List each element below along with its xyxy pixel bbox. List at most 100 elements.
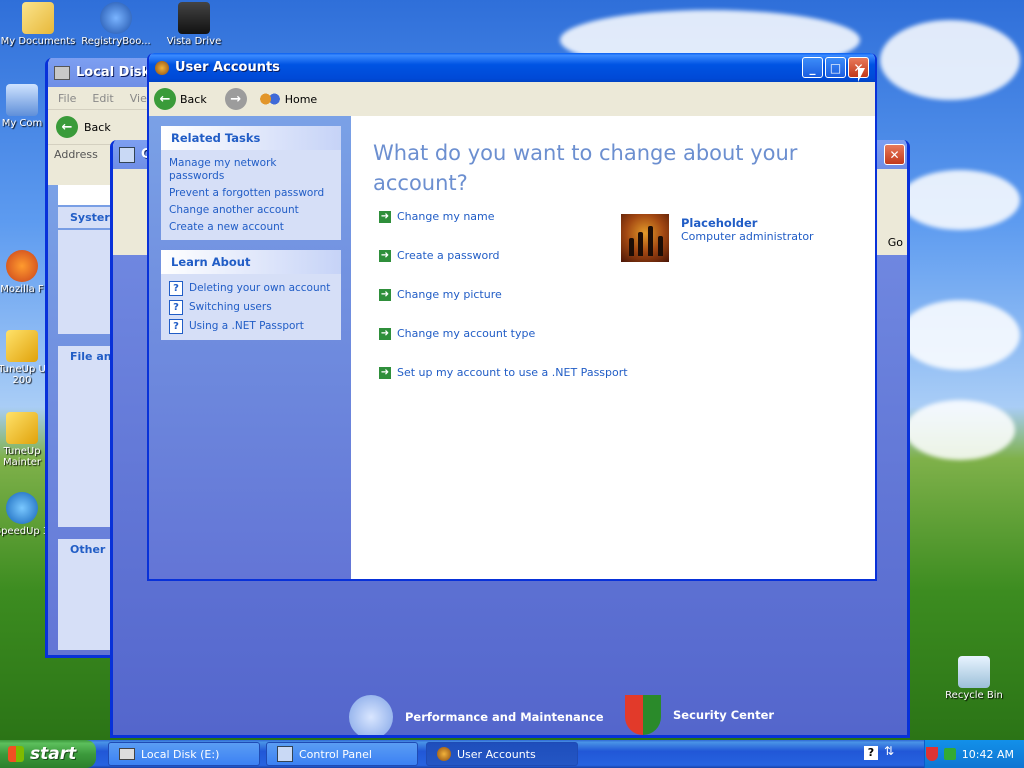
wrench-icon xyxy=(100,2,132,34)
task-change-picture[interactable]: ➜ Change my picture xyxy=(379,288,502,301)
link-switching-users[interactable]: ? Switching users xyxy=(169,298,333,317)
cloud xyxy=(880,20,1020,100)
help-icon: ? xyxy=(169,300,183,315)
help-link-label: Deleting your own account xyxy=(189,282,331,294)
user-accounts-window[interactable]: User Accounts _ □ ✕ ← Back → Home Relate… xyxy=(147,53,877,581)
mouse-cursor xyxy=(858,68,865,82)
help-tray-icon[interactable]: ? xyxy=(864,746,878,760)
account-type: Computer administrator xyxy=(681,230,814,243)
drive-icon xyxy=(54,65,70,80)
control-panel-icon xyxy=(277,746,293,762)
desktop-icon-label: RegistryBoo... xyxy=(81,36,151,47)
account-picture-chess xyxy=(621,214,669,262)
user-accounts-toolbar: ← Back → Home xyxy=(149,82,875,117)
task-label: Change my name xyxy=(397,210,495,223)
task-label: Change my account type xyxy=(397,327,536,340)
cloud xyxy=(900,300,1020,370)
desktop-icon-my-documents[interactable]: My Documents xyxy=(0,2,80,47)
minimize-icon[interactable]: _ xyxy=(802,57,823,78)
computer-icon xyxy=(6,84,38,116)
link-prevent-forgotten-password[interactable]: Prevent a forgotten password xyxy=(169,185,333,202)
desktop-icon-label: Mozilla F xyxy=(0,284,44,295)
related-tasks-panel: Related Tasks Manage my network password… xyxy=(161,126,341,240)
cloud xyxy=(900,170,1020,230)
link-deleting-own-account[interactable]: ? Deleting your own account xyxy=(169,279,333,298)
shield-icon xyxy=(625,695,661,735)
desktop-icon-label: Recycle Bin xyxy=(945,690,1003,701)
green-arrow-icon: ➜ xyxy=(379,366,391,379)
desktop-icon-recycle-bin[interactable]: Recycle Bin xyxy=(932,656,1016,701)
taskbar-item-control-panel[interactable]: Control Panel xyxy=(266,742,418,766)
account-card[interactable]: Placeholder Computer administrator xyxy=(621,214,814,262)
forward-arrow-icon: → xyxy=(224,88,247,110)
category-label: Security Center xyxy=(673,708,775,722)
desktop-icon-label: TuneUp U 200 xyxy=(0,364,46,386)
help-link-label: Switching users xyxy=(189,301,272,313)
tuneup-icon xyxy=(6,330,38,362)
learn-about-header[interactable]: Learn About xyxy=(161,250,341,274)
user-accounts-titlebar[interactable]: User Accounts _ □ ✕ xyxy=(149,53,875,82)
home-users-icon[interactable] xyxy=(258,90,281,108)
back-button-label[interactable]: Back xyxy=(180,93,207,106)
help-icon: ? xyxy=(169,281,183,296)
taskbar-item-label: User Accounts xyxy=(457,747,536,761)
start-button[interactable]: start xyxy=(0,740,96,768)
taskbar-item-local-disk[interactable]: Local Disk (E:) xyxy=(108,742,260,766)
link-create-new-account[interactable]: Create a new account xyxy=(169,219,333,236)
start-label: start xyxy=(30,744,77,764)
tuneup-icon xyxy=(6,412,38,444)
window-title: User Accounts xyxy=(175,60,280,75)
task-label: Set up my account to use a .NET Passport xyxy=(397,366,628,379)
learn-about-panel: Learn About ? Deleting your own account … xyxy=(161,250,341,340)
green-arrow-icon: ➜ xyxy=(379,327,391,340)
task-change-name[interactable]: ➜ Change my name xyxy=(379,210,495,223)
link-using-net-passport[interactable]: ? Using a .NET Passport xyxy=(169,317,333,336)
recycle-bin-icon xyxy=(958,656,990,688)
green-arrow-icon: ➜ xyxy=(379,288,391,301)
security-shield-icon[interactable] xyxy=(925,747,938,761)
users-icon xyxy=(155,60,169,75)
link-manage-network-passwords[interactable]: Manage my network passwords xyxy=(169,155,333,185)
drive-icon xyxy=(178,2,210,34)
back-arrow-icon[interactable]: ← xyxy=(56,116,78,138)
menu-file[interactable]: File xyxy=(58,92,76,105)
desktop-icon-label: TuneUp Mainter xyxy=(2,446,42,468)
page-heading: What do you want to change about your ac… xyxy=(373,141,798,195)
taskbar-item-label: Control Panel xyxy=(299,747,372,761)
task-setup-net-passport[interactable]: ➜ Set up my account to use a .NET Passpo… xyxy=(379,366,628,379)
category-performance-maintenance[interactable]: Performance and Maintenance xyxy=(349,695,604,735)
close-icon[interactable]: ✕ xyxy=(884,144,905,165)
link-change-another-account[interactable]: Change another account xyxy=(169,202,333,219)
home-button-label[interactable]: Home xyxy=(285,93,317,106)
account-name: Placeholder xyxy=(681,216,758,230)
green-arrow-icon: ➜ xyxy=(379,210,391,223)
taskbar-item-label: Local Disk (E:) xyxy=(141,747,220,761)
back-arrow-icon[interactable]: ← xyxy=(154,88,176,110)
desktop-icon-vista-drive[interactable]: Vista Drive xyxy=(152,2,236,47)
back-button-label[interactable]: Back xyxy=(84,121,111,134)
desktop-icon-registrybooster[interactable]: RegistryBoo... xyxy=(74,2,158,47)
windows-logo-icon xyxy=(8,746,24,762)
related-tasks-header[interactable]: Related Tasks xyxy=(161,126,341,150)
desktop-icon-label: My Documents xyxy=(0,36,76,47)
system-tray: 10:42 AM xyxy=(924,740,1024,768)
desktop-icon-label: SpeedUp 3 xyxy=(0,526,50,537)
task-create-password[interactable]: ➜ Create a password xyxy=(379,249,500,262)
control-panel-icon xyxy=(119,146,135,163)
firefox-icon xyxy=(6,250,38,282)
taskbar-item-user-accounts[interactable]: User Accounts xyxy=(426,742,578,766)
menu-edit[interactable]: Edit xyxy=(92,92,113,105)
task-label: Create a password xyxy=(397,249,500,262)
task-change-account-type[interactable]: ➜ Change my account type xyxy=(379,327,535,340)
taskbar: start Local Disk (E:) Control Panel User… xyxy=(0,740,1024,768)
speedup-icon xyxy=(6,492,38,524)
go-button[interactable]: Go xyxy=(888,236,903,249)
help-link-label: Using a .NET Passport xyxy=(189,320,304,332)
category-security-center[interactable]: Security Center xyxy=(625,695,774,735)
tray-expand-icon[interactable]: ⇅ xyxy=(884,744,894,758)
cloud xyxy=(905,400,1015,460)
task-pane: Related Tasks Manage my network password… xyxy=(149,116,351,579)
maximize-icon[interactable]: □ xyxy=(825,57,846,78)
clock[interactable]: 10:42 AM xyxy=(962,748,1014,761)
network-icon[interactable] xyxy=(943,748,956,760)
